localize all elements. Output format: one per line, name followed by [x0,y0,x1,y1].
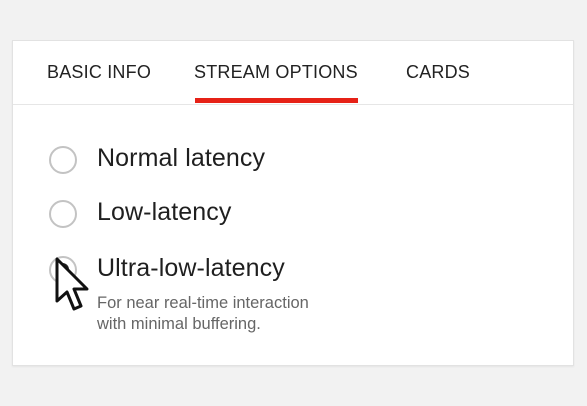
ultra-low-latency-description: For near real-time interaction with mini… [97,293,417,335]
tab-stream-options[interactable]: STREAM OPTIONS [194,41,358,104]
description-line: with minimal buffering. [97,315,261,333]
latency-option-label: Ultra-low-latency [97,254,285,282]
stream-settings-card: BASIC INFO STREAM OPTIONS CARDS Normal l… [12,40,574,366]
active-tab-indicator [195,98,358,103]
latency-option-label: Normal latency [97,144,266,172]
radio-low-latency[interactable] [49,200,77,228]
tab-cards[interactable]: CARDS [406,41,470,104]
radio-normal-latency[interactable] [49,146,77,174]
latency-option-label: Low-latency [97,198,232,226]
description-line: For near real-time interaction [97,294,309,312]
radio-ultra-low-latency[interactable] [49,256,77,284]
tab-bar: BASIC INFO STREAM OPTIONS CARDS [13,41,573,105]
tab-basic-info[interactable]: BASIC INFO [47,41,151,104]
radio-selected-dot [56,263,69,276]
